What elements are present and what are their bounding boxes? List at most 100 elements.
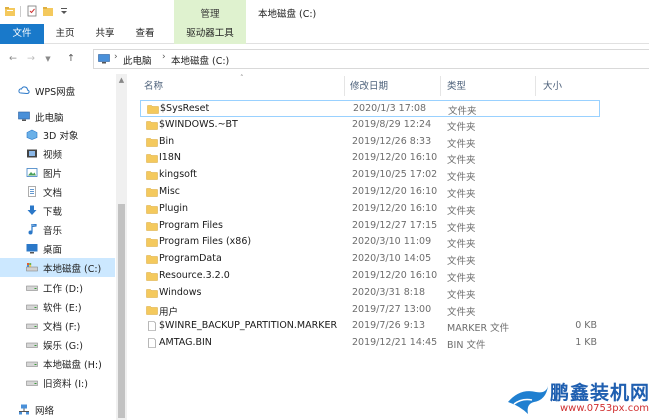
sidebar-item[interactable]: 工作 (D:) (0, 278, 115, 297)
scroll-up-icon[interactable]: ▲ (116, 74, 127, 86)
sidebar-item[interactable]: 娱乐 (G:) (0, 335, 115, 354)
column-divider[interactable] (344, 76, 345, 96)
sidebar-item[interactable]: 桌面 (0, 239, 115, 258)
file-row[interactable]: AMTAG.BIN 2019/12/21 14:45 BIN 文件 1 KB (140, 335, 600, 352)
sidebar-item[interactable]: 文档 (F:) (0, 316, 115, 335)
sidebar-item[interactable]: 图片 (0, 163, 115, 182)
sidebar-item[interactable]: 网络 (0, 400, 115, 419)
back-arrow-icon[interactable]: ← (6, 52, 20, 66)
file-row[interactable]: Bin 2019/12/26 8:33 文件夹 (140, 134, 600, 151)
file-row[interactable]: ProgramData 2020/3/10 14:05 文件夹 (140, 251, 600, 268)
file-icon (146, 321, 158, 332)
file-row[interactable]: Program Files (x86) 2020/3/10 11:09 文件夹 (140, 234, 600, 251)
system-drive-icon (26, 262, 38, 273)
watermark-url: www.0753px.com (560, 403, 649, 414)
column-header-date[interactable]: 修改日期 (350, 78, 388, 96)
breadcrumb-separator-icon[interactable]: › (114, 52, 118, 62)
file-type: 文件夹 (447, 256, 476, 268)
navigation-bar: ← → ▼ ↑ › 此电脑 › 本地磁盘 (C:) (0, 44, 649, 74)
file-row[interactable]: Misc 2019/12/20 16:10 文件夹 (140, 184, 600, 201)
file-row[interactable]: Windows 2020/3/31 8:18 文件夹 (140, 285, 600, 302)
scroll-thumb[interactable] (118, 204, 125, 418)
sidebar-item[interactable]: 下载 (0, 201, 115, 220)
sidebar-item[interactable]: 此电脑 (0, 107, 115, 126)
window-title: 本地磁盘 (C:) (258, 9, 317, 20)
file-name: Plugin (159, 202, 189, 214)
file-row[interactable]: $WINRE_BACKUP_PARTITION.MARKER 2019/7/26 … (140, 318, 600, 335)
sidebar-item[interactable]: 视频 (0, 144, 115, 163)
sidebar-item[interactable]: 3D 对象 (0, 125, 115, 144)
breadcrumb-separator-icon[interactable]: › (162, 52, 166, 62)
file-size: 0 KB (575, 320, 597, 332)
drive-icon (26, 339, 38, 350)
file-type: 文件夹 (447, 273, 476, 284)
tab-file[interactable]: 文件 (0, 24, 44, 44)
file-row[interactable]: $WINDOWS.~BT 2019/8/29 12:24 文件夹 (140, 117, 600, 134)
recent-locations-icon[interactable]: ▼ (42, 52, 54, 66)
file-name: $WINDOWS.~BT (159, 118, 238, 130)
sidebar-item-label: 娱乐 (G:) (43, 341, 83, 352)
sidebar-item[interactable]: 软件 (E:) (0, 297, 115, 316)
sidebar-item[interactable]: 本地磁盘 (C:) (0, 258, 115, 277)
column-header-name[interactable]: 名称 (144, 78, 163, 96)
sidebar-scrollbar[interactable]: ▲ (116, 74, 127, 420)
folder-icon (146, 187, 158, 197)
tab-view[interactable]: 查看 (128, 24, 162, 44)
file-list-pane: 名称 ˄ 修改日期 类型 大小 $SysReset 2020/1/3 17:08 文… (128, 74, 649, 420)
breadcrumb-this-pc[interactable]: 此电脑 (123, 53, 152, 67)
sidebar-item-label: WPS网盘 (35, 87, 76, 98)
sidebar-item[interactable]: 旧资料 (I:) (0, 373, 115, 392)
tab-share[interactable]: 共享 (88, 24, 122, 44)
sidebar-item-label: 视频 (43, 150, 63, 161)
computer-icon (18, 111, 30, 122)
file-type: BIN 文件 (447, 340, 486, 352)
file-row[interactable]: $SysReset 2020/1/3 17:08 文件夹 (140, 100, 600, 117)
file-row[interactable]: 用户 2019/7/27 13:00 文件夹 (140, 302, 600, 319)
forward-arrow-icon[interactable]: → (24, 52, 38, 66)
column-divider[interactable] (440, 76, 441, 96)
file-modified-date: 2020/3/31 8:18 (352, 286, 426, 298)
file-row[interactable]: I18N 2019/12/20 16:10 文件夹 (140, 150, 600, 167)
3d-objects-icon (26, 129, 38, 140)
folder-icon (146, 137, 158, 147)
file-type: MARKER 文件 (447, 323, 510, 335)
folder-icon (146, 170, 158, 180)
breadcrumb-drive-c[interactable]: 本地磁盘 (C:) (171, 53, 229, 67)
address-bar[interactable]: › 此电脑 › 本地磁盘 (C:) (93, 49, 649, 69)
properties-icon[interactable] (26, 5, 38, 17)
up-arrow-icon[interactable]: ↑ (64, 52, 78, 66)
new-folder-icon[interactable] (42, 5, 54, 17)
file-type: 文件夹 (447, 189, 476, 200)
sidebar-item-label: 本地磁盘 (H:) (43, 360, 102, 371)
file-row[interactable]: Plugin 2019/12/20 16:10 文件夹 (140, 201, 600, 218)
quick-access-separator (20, 6, 21, 17)
file-name: Resource.3.2.0 (159, 270, 230, 281)
file-name: Bin (159, 135, 175, 147)
file-name: Program Files (159, 219, 223, 231)
column-divider[interactable] (535, 76, 536, 96)
folder-icon (146, 305, 158, 315)
file-row[interactable]: kingsoft 2019/10/25 17:02 文件夹 (140, 167, 600, 184)
file-row[interactable]: Resource.3.2.0 2019/12/20 16:10 文件夹 (140, 268, 600, 285)
sidebar-item[interactable]: 文档 (0, 182, 115, 201)
sidebar-item[interactable]: 音乐 (0, 220, 115, 239)
tab-home[interactable]: 主页 (48, 24, 82, 44)
file-modified-date: 2019/12/20 16:10 (352, 202, 438, 214)
sidebar-item-label: 文档 (43, 188, 63, 199)
video-icon (26, 148, 38, 159)
folder-icon (146, 120, 158, 130)
sidebar-item[interactable]: 本地磁盘 (H:) (0, 354, 115, 373)
column-header-size[interactable]: 大小 (543, 78, 562, 96)
pictures-icon (26, 167, 38, 178)
customize-toolbar-icon[interactable] (58, 5, 70, 17)
file-modified-date: 2019/12/20 16:10 (352, 152, 438, 164)
column-header-type[interactable]: 类型 (447, 78, 466, 96)
file-row[interactable]: Program Files 2019/12/27 17:15 文件夹 (140, 218, 600, 235)
sidebar-item[interactable]: WPS网盘 (0, 81, 115, 100)
file-modified-date: 2020/1/3 17:08 (353, 103, 427, 114)
app-icon[interactable] (4, 5, 16, 17)
tab-drive-tools[interactable]: 驱动器工具 (174, 24, 246, 44)
eagle-logo-icon (508, 386, 548, 414)
folder-icon (146, 254, 158, 264)
file-type: 文件夹 (448, 106, 477, 117)
